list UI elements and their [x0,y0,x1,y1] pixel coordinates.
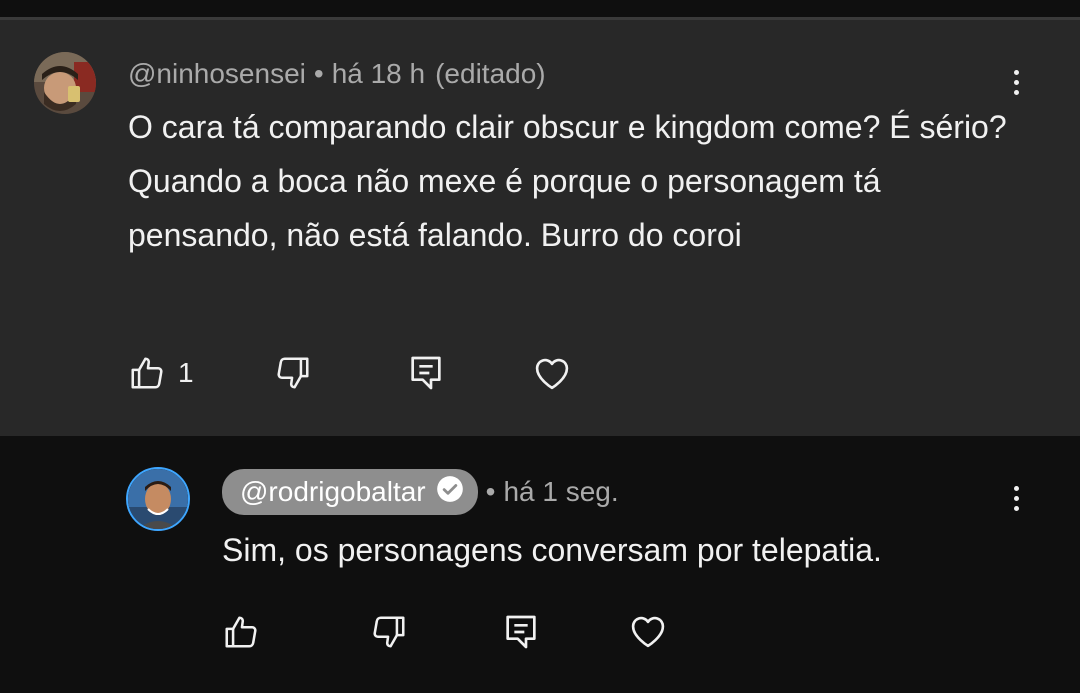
comment-meta: @ninhosensei • há 18 h (editado) [128,58,546,90]
reply-author-handle[interactable]: @rodrigobaltar [222,469,478,515]
top-bar [0,0,1080,17]
reply-button[interactable] [406,353,446,393]
thumbs-up-icon [131,357,163,389]
comment-timestamp[interactable]: há 18 h [332,58,425,90]
like-button[interactable]: 1 [128,354,194,392]
dislike-button[interactable] [274,354,312,392]
reply-thread: @rodrigobaltar • há 1 seg. Sim, os perso… [0,436,1080,693]
meta-separator: • [313,58,324,89]
comment-thread: @ninhosensei • há 18 h (editado) O cara … [0,20,1080,436]
heart-icon [535,358,569,390]
reply-comment-icon [411,356,441,390]
comment-author-handle[interactable]: @ninhosensei [128,58,306,90]
like-count: 1 [178,357,194,388]
dislike-button[interactable] [370,613,408,651]
reply-button[interactable] [501,612,541,652]
heart-button[interactable] [626,610,670,652]
heart-button[interactable] [530,352,574,394]
more-options-button[interactable] [996,478,1036,518]
verified-badge-icon [436,475,464,510]
avatar[interactable] [34,52,96,114]
like-button[interactable] [222,613,260,651]
reply-timestamp[interactable]: há 1 seg. [503,476,618,508]
reply-author-handle-text: @rodrigobaltar [240,476,426,507]
more-vertical-icon [1013,69,1019,75]
thumbs-up-icon [225,616,257,648]
more-options-button[interactable] [996,62,1036,102]
reply-comment-icon [506,615,536,649]
thumbs-down-icon [373,616,405,648]
reply-meta: @rodrigobaltar • há 1 seg. [222,469,619,515]
heart-icon [631,616,665,648]
thumbs-down-icon [277,357,309,389]
edited-label: (editado) [435,58,546,89]
avatar[interactable] [126,467,190,531]
meta-separator: • [485,476,496,507]
more-vertical-icon [1013,485,1019,491]
comment-text: O cara tá comparando clair obscur e king… [128,109,1007,253]
reply-text: Sim, os personagens conversam por telepa… [222,532,882,568]
